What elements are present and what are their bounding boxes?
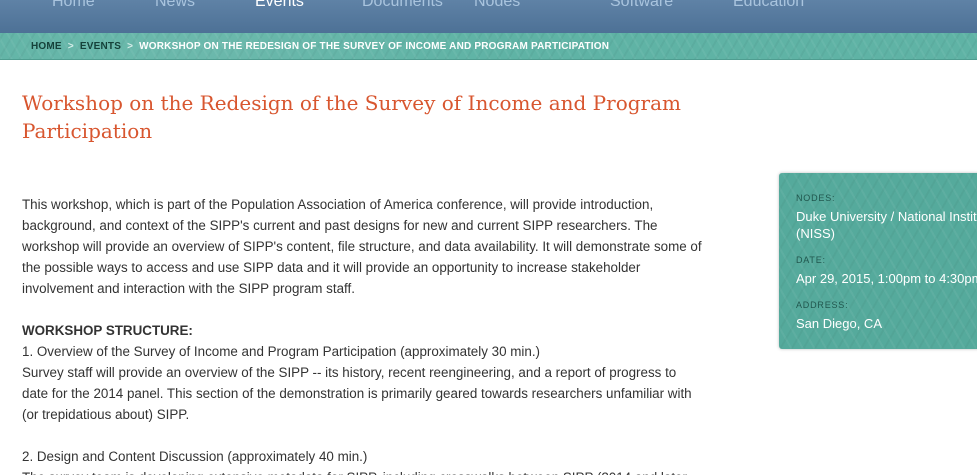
event-description: This workshop, which is part of the Popu…: [22, 194, 747, 475]
breadcrumb-separator-icon: >: [67, 41, 74, 52]
nav-item-education[interactable]: Education: [733, 0, 804, 11]
date-value: Apr 29, 2015, 1:00pm to 4:30pm: [796, 271, 977, 286]
part1-line: date for the 2014 panel. This section of…: [22, 386, 692, 401]
workshop-structure-heading: WORKSHOP STRUCTURE:: [22, 323, 193, 338]
intro-line: the possible ways to access and use SIPP…: [22, 260, 641, 275]
intro-line: workshop will provide an overview of SIP…: [22, 239, 702, 254]
breadcrumb-events-link[interactable]: EVENTS: [80, 41, 121, 52]
intro-line: background, and context of the SIPP's cu…: [22, 218, 658, 233]
nav-item-home[interactable]: Home: [52, 0, 95, 11]
address-value: San Diego, CA: [796, 316, 882, 331]
breadcrumb-home-link[interactable]: HOME: [31, 41, 62, 52]
nav-item-events[interactable]: Events: [255, 0, 304, 11]
nav-item-documents[interactable]: Documents: [362, 0, 443, 11]
breadcrumb-bar: HOME > EVENTS > WORKSHOP ON THE REDESIGN…: [0, 33, 977, 60]
breadcrumb-separator-icon: >: [127, 41, 134, 52]
nav-item-software[interactable]: Software: [610, 0, 673, 11]
part2-line: 2. Design and Content Discussion (approx…: [22, 449, 368, 464]
page-title: Workshop on the Redesign of the Survey o…: [22, 91, 681, 143]
intro-line: involvement and interaction with the SIP…: [22, 281, 355, 296]
breadcrumb-current: WORKSHOP ON THE REDESIGN OF THE SURVEY O…: [139, 41, 610, 52]
nodes-value-continued[interactable]: (NISS): [796, 225, 835, 242]
nodes-value[interactable]: Duke University / National Institute of …: [796, 208, 977, 225]
part2-line: The survey team is developing extensive …: [22, 467, 747, 475]
top-navigation: Home News Events Documents Nodes Softwar…: [0, 0, 977, 33]
date-label: DATE:: [796, 255, 826, 265]
breadcrumb: HOME > EVENTS > WORKSHOP ON THE REDESIGN…: [31, 41, 609, 52]
part1-line: Survey staff will provide an overview of…: [22, 365, 677, 380]
part1-line: (or trepidatious about) SIPP.: [22, 407, 190, 422]
event-info-panel: NODES: Duke University / National Instit…: [779, 173, 977, 349]
intro-line: This workshop, which is part of the Popu…: [22, 197, 654, 212]
nodes-label: NODES:: [796, 193, 836, 203]
nav-item-news[interactable]: News: [155, 0, 195, 11]
address-label: ADDRESS:: [796, 300, 849, 310]
part1-line: 1. Overview of the Survey of Income and …: [22, 344, 540, 359]
nav-item-nodes[interactable]: Nodes: [474, 0, 520, 11]
